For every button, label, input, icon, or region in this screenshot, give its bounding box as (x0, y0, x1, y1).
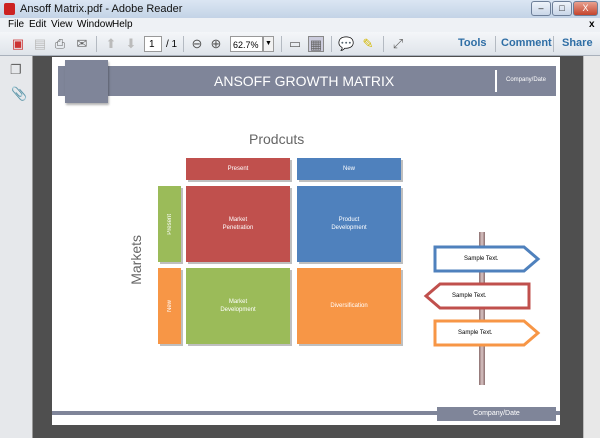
menu-edit[interactable]: Edit (29, 19, 46, 30)
menu-help[interactable]: Help (112, 19, 133, 30)
previous-page-icon[interactable]: ⬆ (103, 36, 119, 52)
row-header-new: New (166, 299, 173, 312)
menu-file[interactable]: File (8, 19, 24, 30)
fit-page-icon[interactable]: ▭ (287, 36, 303, 52)
cell-product-development: Product Development (297, 186, 401, 262)
tools-button[interactable]: Tools (458, 37, 487, 49)
pages-icon[interactable]: ❐ (10, 62, 22, 78)
pdf-page: ANSOFF GROWTH MATRIX Company/Date Prodcu… (52, 57, 560, 425)
cell-market-development: Market Development (186, 268, 290, 344)
print-icon[interactable]: ⎙ (52, 36, 68, 52)
products-label: Prodcuts (249, 131, 305, 147)
menu-bar: File Edit View Window Help x (0, 18, 600, 32)
navigation-pane: ❐ 📎 (0, 56, 33, 438)
zoom-input[interactable]: 62.7% (230, 36, 263, 52)
full-screen-icon[interactable]: ⤢ (390, 36, 406, 52)
menu-view[interactable]: View (51, 19, 73, 30)
page-total: / 1 (166, 39, 178, 50)
header-band: ANSOFF GROWTH MATRIX Company/Date (58, 66, 556, 96)
close-document-button[interactable]: x (589, 19, 595, 30)
toolbar: ▣ ▤ ⎙ ✉ ⬆ ⬇ 1 / 1 ⊖ ⊕ 62.7% ▼ ▭ ▦ 💬 ✎ ⤢ … (0, 32, 600, 56)
sticky-note-icon[interactable]: 💬 (338, 36, 354, 52)
zoom-dropdown-icon[interactable]: ▼ (263, 36, 274, 52)
email-icon[interactable]: ✉ (74, 36, 90, 52)
page-number-input[interactable]: 1 (144, 36, 162, 52)
zoom-in-icon[interactable]: ⊕ (208, 36, 224, 52)
vertical-scrollbar[interactable] (583, 56, 600, 438)
highlight-icon[interactable]: ✎ (360, 36, 376, 52)
cell-diversification: Diversification (297, 268, 401, 344)
sign-text-2: Sample Text. (452, 293, 487, 299)
sign-text-1: Sample Text. (464, 256, 499, 262)
row-header-present: Present (166, 213, 173, 235)
window-title: Ansoff Matrix.pdf - Adobe Reader (20, 3, 183, 15)
row-header-new-container: New (158, 268, 181, 344)
comment-button[interactable]: Comment (501, 37, 552, 49)
row-header-present-container: Present (158, 186, 181, 262)
column-header-new: New (297, 158, 401, 180)
close-button[interactable]: X (573, 1, 598, 16)
header-company-date: Company/Date (506, 77, 547, 83)
header-title: ANSOFF GROWTH MATRIX (214, 73, 395, 89)
save-icon[interactable]: ▤ (32, 36, 48, 52)
fit-width-icon[interactable]: ▦ (308, 36, 324, 52)
menu-window[interactable]: Window (77, 19, 113, 30)
share-button[interactable]: Share (562, 37, 593, 49)
next-page-icon[interactable]: ⬇ (123, 36, 139, 52)
header-square-decoration (65, 60, 108, 103)
minimize-button[interactable]: – (531, 1, 551, 16)
create-pdf-icon[interactable]: ▣ (10, 36, 26, 52)
column-header-present: Present (186, 158, 290, 180)
title-bar: Ansoff Matrix.pdf - Adobe Reader – □ X (0, 0, 600, 18)
attachments-icon[interactable]: 📎 (11, 86, 27, 102)
footer-company-date: Company/Date (437, 407, 556, 421)
pdf-app-icon (4, 3, 15, 15)
sign-text-3: Sample Text. (458, 330, 493, 336)
markets-label: Markets (128, 235, 144, 285)
zoom-out-icon[interactable]: ⊖ (189, 36, 205, 52)
maximize-button[interactable]: □ (552, 1, 572, 16)
cell-market-penetration: Market Penetration (186, 186, 290, 262)
